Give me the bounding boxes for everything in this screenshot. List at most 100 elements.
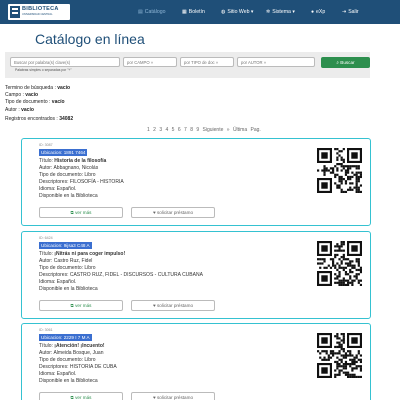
qr-module [342,283,345,286]
record-descriptors: Descriptores: FILOSOFÍA - HISTORIA [39,179,124,185]
search-button[interactable]: ⌕ Buscar [321,57,370,68]
qr-module [344,373,348,376]
view-more-button[interactable]: ⧉ ver más [39,207,123,218]
qr-module [355,273,358,276]
qr-module [338,363,341,366]
request-loan-button[interactable]: ♥ solicitar préstamo [131,300,215,311]
record-availability: Disponible en la Biblioteca [39,378,98,384]
qr-module [338,275,341,278]
qr-module [334,253,337,257]
qr-module [336,169,339,172]
nav-sistema[interactable]: ✲ Sistema ▾ [266,0,295,24]
qr-module [357,178,360,181]
qr-module [344,367,348,370]
qr-module [338,283,341,286]
qr-module [347,354,350,357]
qr-module [359,268,362,272]
doctype-select[interactable]: por TIPO de doc » [180,57,234,67]
qr-module [353,373,356,376]
qr-code [317,148,362,193]
qr-module [355,165,358,168]
qr-module [357,167,360,170]
qr-module [349,165,352,168]
qr-module [340,348,343,351]
qr-module [353,358,356,361]
qr-module [342,158,345,161]
qr-finder-square [321,182,328,189]
qr-module [342,160,345,164]
qr-module [357,264,360,267]
qr-module [336,163,339,166]
qr-module [344,182,348,185]
qr-module [329,266,333,269]
nav-boletin[interactable]: ▦ Boletín [182,0,205,24]
qr-module [342,354,345,357]
qr-module [319,352,322,355]
qr-module [355,375,358,378]
qr-module [334,375,337,378]
qr-module [342,190,345,193]
logout-icon: ⇥ [342,9,347,15]
qr-module [317,258,320,261]
qr-module [347,375,350,378]
qr-module [349,178,352,181]
qr-module [342,243,345,246]
qr-module [342,367,345,370]
qr-module [338,154,341,157]
qr-module [355,186,358,189]
qr-module [359,365,362,368]
qr-module [342,258,345,261]
record-availability: Disponible en la Biblioteca [39,286,98,292]
qr-finder-square [351,152,358,159]
qr-module [334,245,337,248]
qr-module [329,258,333,261]
qr-module [349,375,352,378]
author-select[interactable]: por AUTOR » [237,57,315,67]
qr-module [340,158,343,161]
qr-module [355,354,358,357]
keyword-search-input[interactable]: Buscar por palabra(s) clave(s) [10,57,120,67]
qr-module [344,173,348,176]
request-loan-button[interactable]: ♥ solicitar préstamo [131,207,215,218]
qr-module [327,354,330,357]
library-logo[interactable]: BIBLIOTECA UNIVERSIDAD CENTRAL [8,4,70,20]
qr-module [357,350,360,353]
qr-module [319,266,322,269]
qr-module [359,360,362,364]
qr-module [332,350,335,353]
qr-module [344,262,348,265]
qr-module [338,350,341,353]
qr-module [359,375,362,378]
qr-module [319,262,322,265]
qr-module [325,169,328,172]
qr-module [355,190,358,193]
nav-exp[interactable]: ● eXp [311,0,325,24]
qr-module [359,283,362,286]
nav-sitio-web[interactable]: ◍ Sitio Web ▾ [221,0,254,24]
qr-module [334,345,337,349]
qr-module [351,360,354,364]
qr-module [329,167,333,170]
nav-catalogo[interactable]: ▤ Catálogo [138,0,166,24]
qr-module [357,180,360,183]
qr-module [342,371,345,374]
qr-module [321,262,324,265]
field-select[interactable]: por CAMPO » [123,57,177,67]
pagination[interactable]: 1 2 3 4 5 6 7 8 9 Siguiente » Última Pag… [147,127,261,133]
record-descriptors: Descriptores: CASTRO RUZ, FIDEL - DISCUR… [39,272,203,278]
qr-module [338,281,341,284]
qr-module [338,279,341,282]
qr-module [349,260,352,263]
qr-module [359,184,362,187]
qr-module [332,258,335,261]
qr-module [353,279,356,282]
request-loan-button[interactable]: ♥ solicitar préstamo [131,392,215,400]
nav-salir[interactable]: ⇥ Salir [342,0,359,24]
qr-module [332,169,335,172]
view-more-button[interactable]: ⧉ ver más [39,392,123,400]
qr-module [334,173,337,176]
qr-module [344,279,348,282]
record-card: ID: 3087 Ubicacion: 1891 7464 Título: Hi… [21,138,371,226]
qr-module [340,241,343,244]
view-more-button[interactable]: ⧉ ver más [39,300,123,311]
